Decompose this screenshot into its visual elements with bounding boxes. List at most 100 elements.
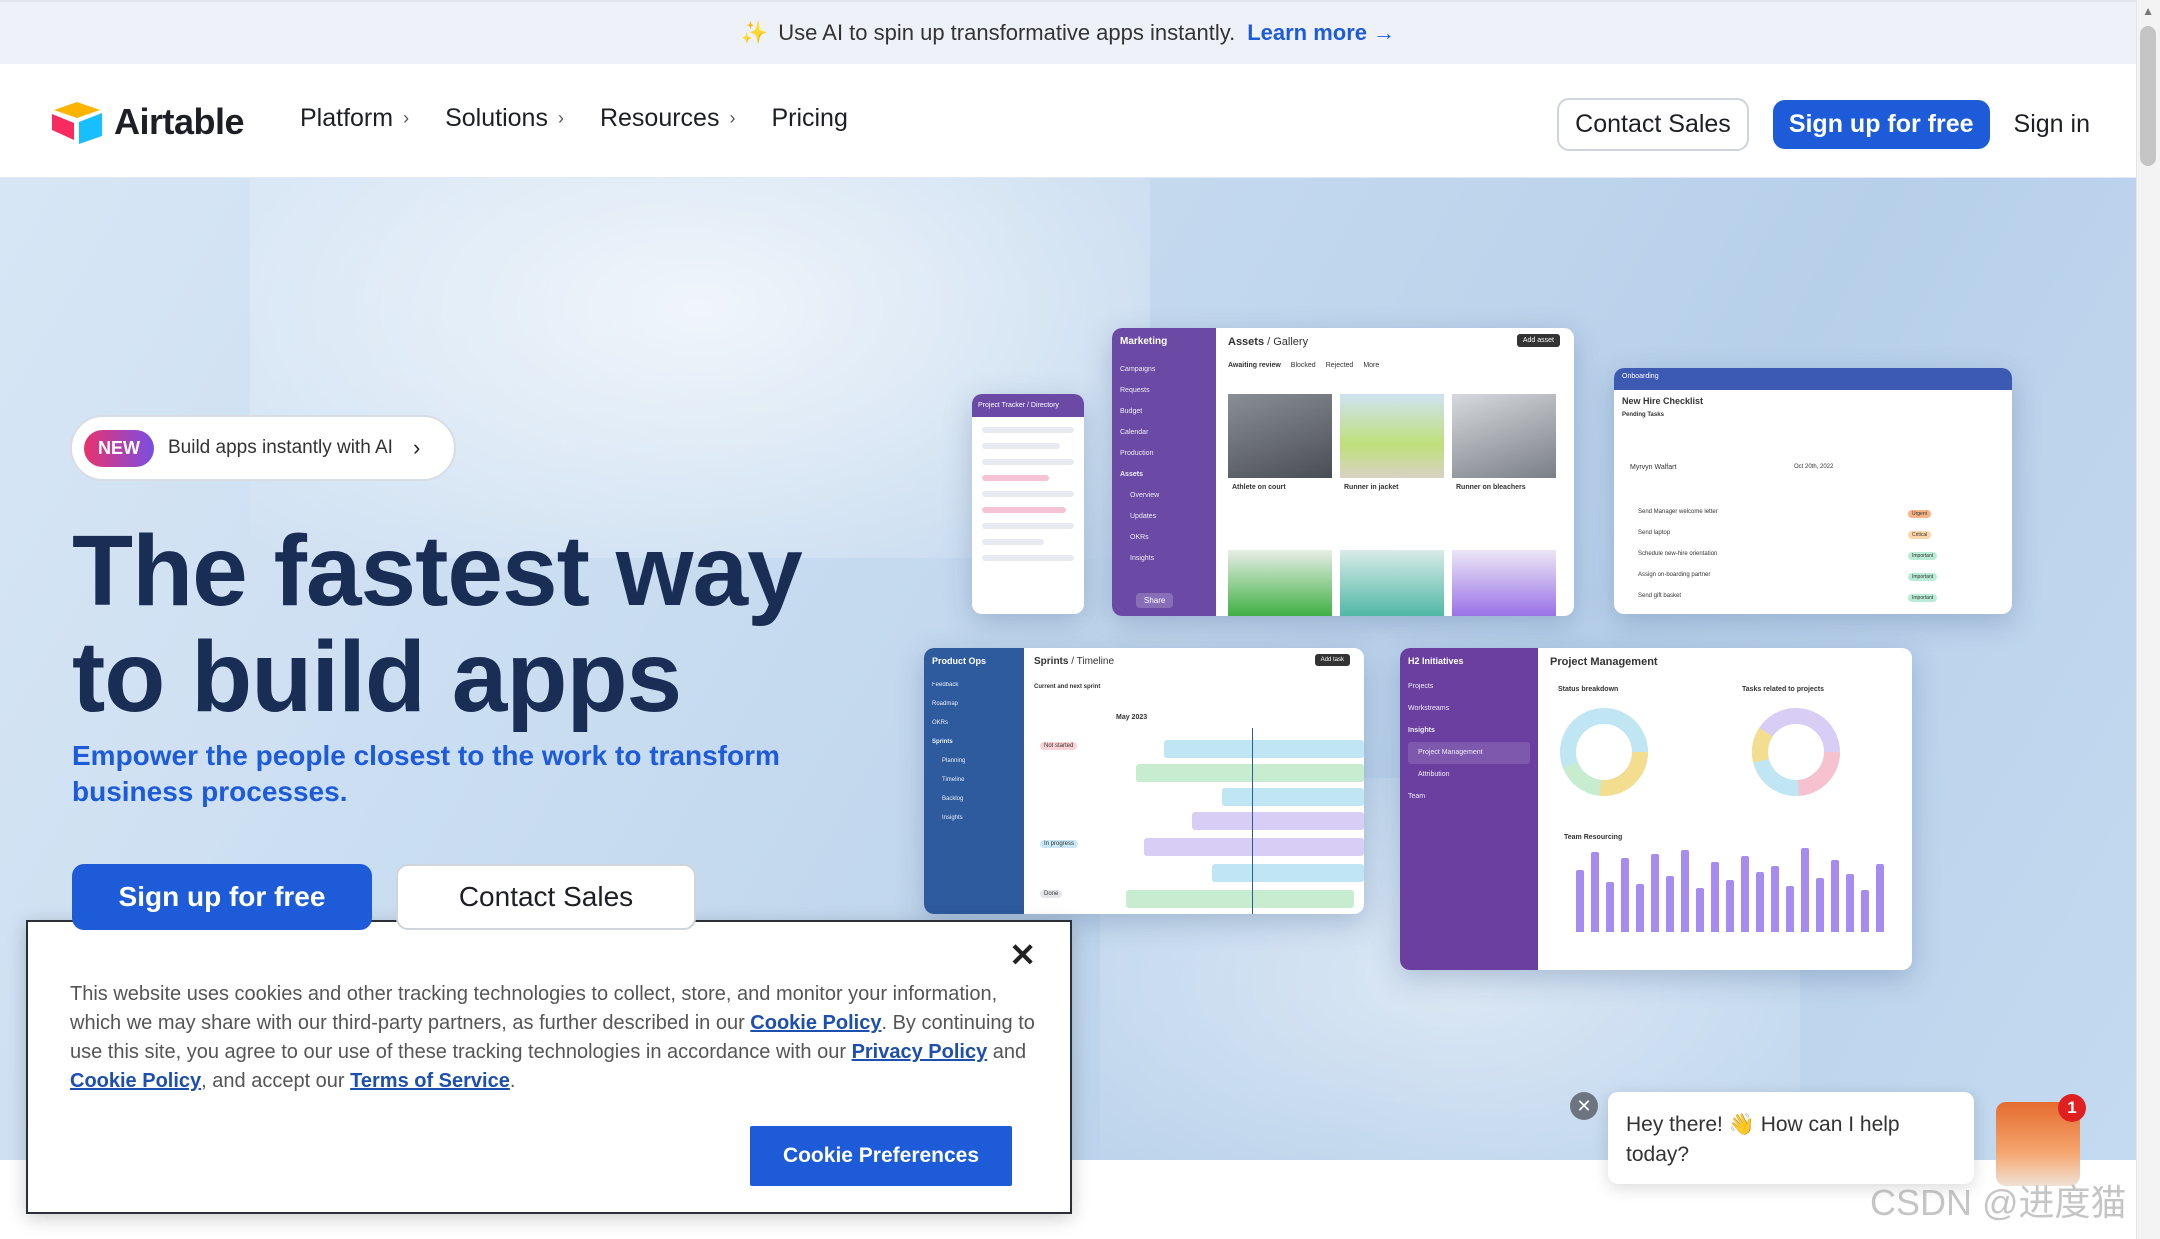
onboarding-title: Onboarding bbox=[1614, 368, 2012, 390]
tab-awaiting-review[interactable]: Awaiting review bbox=[1228, 362, 1281, 369]
marketing-title: Marketing bbox=[1120, 336, 1168, 347]
side-item[interactable]: Insights bbox=[1408, 720, 1530, 742]
tab-more[interactable]: More bbox=[1363, 362, 1379, 369]
pm-title: Project Management bbox=[1550, 656, 1658, 668]
side-item[interactable]: Roadmap bbox=[932, 695, 1016, 714]
sparkle-icon: ✨ bbox=[740, 20, 769, 45]
tab-rejected[interactable]: Rejected bbox=[1326, 362, 1354, 369]
priority-badge: Important bbox=[1908, 552, 1938, 560]
close-icon[interactable]: ✕ bbox=[1009, 936, 1036, 974]
gallery-image[interactable] bbox=[1452, 394, 1556, 478]
page-scrollbar[interactable]: ▲ bbox=[2136, 0, 2160, 1239]
gallery-label: Gallery bbox=[1273, 336, 1309, 348]
side-item[interactable]: Projects bbox=[1408, 676, 1530, 698]
hero-contact-sales-button[interactable]: Contact Sales bbox=[396, 864, 696, 930]
chat-close-icon[interactable]: ✕ bbox=[1570, 1092, 1598, 1120]
hero-subtitle: Empower the people closest to the work t… bbox=[72, 740, 780, 807]
cookie-policy-link[interactable]: Cookie Policy bbox=[750, 1012, 881, 1034]
side-item[interactable]: Workstreams bbox=[1408, 698, 1530, 720]
side-item[interactable]: Overview bbox=[1120, 485, 1208, 506]
resourcing-bar bbox=[1651, 854, 1659, 932]
task-row[interactable]: Send gift basket bbox=[1638, 586, 1718, 607]
side-item[interactable]: Assets bbox=[1120, 464, 1208, 485]
task-row[interactable]: Assign on-boarding partner bbox=[1638, 565, 1718, 586]
nav-solutions[interactable]: Solutions › bbox=[445, 104, 564, 133]
cookie-text: This website uses cookies and other trac… bbox=[70, 983, 1035, 1092]
cookie-policy-link-2[interactable]: Cookie Policy bbox=[70, 1070, 201, 1092]
side-item[interactable]: OKRs bbox=[1120, 527, 1208, 548]
resourcing-bar bbox=[1801, 848, 1809, 932]
tab-blocked[interactable]: Blocked bbox=[1291, 362, 1316, 369]
side-item[interactable]: Team bbox=[1408, 786, 1530, 808]
sign-up-button[interactable]: Sign up for free bbox=[1772, 100, 1990, 149]
scroll-up-icon[interactable]: ▲ bbox=[2142, 4, 2154, 18]
side-item[interactable]: Insights bbox=[932, 809, 1016, 828]
month-label: May 2023 bbox=[1116, 714, 1148, 721]
resourcing-bar bbox=[1846, 874, 1854, 932]
new-feature-pill[interactable]: NEW Build apps instantly with AI › bbox=[70, 415, 456, 481]
side-item[interactable]: Backlog bbox=[932, 790, 1016, 809]
nav-resources[interactable]: Resources › bbox=[600, 104, 736, 133]
sign-in-link[interactable]: Sign in bbox=[2014, 110, 2090, 139]
side-item[interactable]: Budget bbox=[1120, 401, 1208, 422]
learn-more-link[interactable]: Learn more → bbox=[1247, 20, 1395, 46]
announcement-text: Use AI to spin up transformative apps in… bbox=[778, 20, 1236, 45]
chat-message-bubble[interactable]: Hey there! 👋 How can I help today? bbox=[1608, 1092, 1974, 1184]
side-item[interactable]: Sprints bbox=[932, 733, 1016, 752]
task-row[interactable]: Schedule new-hire orientation bbox=[1638, 544, 1718, 565]
project-tracker-card: Project Tracker / Directory bbox=[972, 394, 1084, 614]
resourcing-bar bbox=[1606, 882, 1614, 932]
gallery-image[interactable] bbox=[1452, 550, 1556, 616]
terms-of-service-link[interactable]: Terms of Service bbox=[350, 1070, 510, 1092]
nav-platform[interactable]: Platform › bbox=[300, 104, 409, 133]
add-asset-button[interactable]: Add asset bbox=[1516, 334, 1560, 347]
pill-text: Build apps instantly with AI bbox=[168, 437, 393, 458]
team-resourcing-chart bbox=[1576, 848, 1896, 958]
arrow-right-icon: → bbox=[1373, 20, 1396, 45]
resourcing-bar bbox=[1876, 864, 1884, 932]
privacy-policy-link[interactable]: Privacy Policy bbox=[852, 1041, 988, 1063]
current-sprint-tab[interactable]: Current and next sprint bbox=[1034, 684, 1100, 690]
side-item[interactable]: Calendar bbox=[1120, 422, 1208, 443]
team-resourcing-label: Team Resourcing bbox=[1564, 834, 1623, 841]
pending-tasks: Pending Tasks bbox=[1622, 412, 1664, 418]
contact-sales-button[interactable]: Contact Sales bbox=[1557, 98, 1749, 151]
status-badge: In progress bbox=[1040, 840, 1079, 848]
gallery-image[interactable] bbox=[1228, 550, 1332, 616]
side-item[interactable]: Planning bbox=[932, 752, 1016, 771]
nav-pricing[interactable]: Pricing bbox=[771, 104, 847, 133]
resourcing-bar bbox=[1831, 860, 1839, 932]
task-row[interactable]: Send laptop bbox=[1638, 523, 1718, 544]
side-item[interactable]: OKRs bbox=[932, 714, 1016, 733]
gallery-caption: Athlete on court bbox=[1232, 484, 1286, 491]
gallery-image[interactable] bbox=[1228, 394, 1332, 478]
side-item[interactable]: Insights bbox=[1120, 548, 1208, 569]
hero-sign-up-button[interactable]: Sign up for free bbox=[72, 864, 372, 930]
side-item[interactable]: Production bbox=[1120, 443, 1208, 464]
checklist-title: New Hire Checklist bbox=[1622, 396, 1704, 406]
side-item[interactable]: Updates bbox=[1120, 506, 1208, 527]
side-item[interactable]: Attribution bbox=[1408, 764, 1530, 786]
side-item[interactable]: Campaigns bbox=[1120, 359, 1208, 380]
gallery-image[interactable] bbox=[1340, 394, 1444, 478]
side-item[interactable]: Requests bbox=[1120, 380, 1208, 401]
scrollbar-thumb[interactable] bbox=[2140, 26, 2156, 166]
cookie-consent-dialog: ✕ This website uses cookies and other tr… bbox=[26, 920, 1072, 1214]
cookie-preferences-button[interactable]: Cookie Preferences bbox=[750, 1126, 1012, 1186]
resourcing-bar bbox=[1711, 862, 1719, 932]
chevron-right-icon: › bbox=[557, 108, 564, 128]
share-button[interactable]: Share bbox=[1136, 593, 1174, 608]
gallery-image[interactable] bbox=[1340, 550, 1444, 616]
resourcing-bar bbox=[1756, 872, 1764, 932]
resourcing-bar bbox=[1681, 850, 1689, 932]
add-task-button[interactable]: Add task bbox=[1314, 654, 1350, 666]
side-item[interactable]: Feedback bbox=[932, 676, 1016, 695]
resourcing-bar bbox=[1726, 880, 1734, 932]
brand-name: Airtable bbox=[114, 101, 245, 142]
side-item[interactable]: Timeline bbox=[932, 771, 1016, 790]
task-row[interactable]: Send Manager welcome letter bbox=[1638, 502, 1718, 523]
tasks-donut-chart bbox=[1752, 708, 1840, 796]
assets-title: Assets bbox=[1228, 336, 1265, 348]
side-item[interactable]: Project Management bbox=[1408, 742, 1530, 764]
airtable-logo[interactable]: Airtable bbox=[50, 100, 245, 144]
